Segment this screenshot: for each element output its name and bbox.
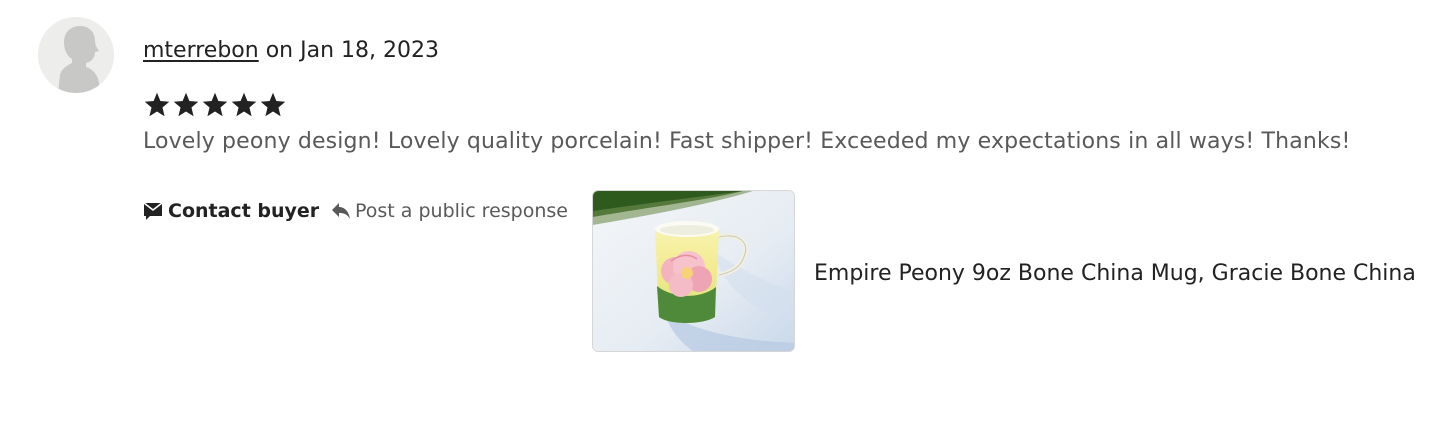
review-header: mterrebon on Jan 18, 2023 (143, 36, 439, 66)
product-image (593, 191, 794, 351)
reviewer-username-link[interactable]: mterrebon (143, 38, 259, 63)
default-user-silhouette-icon (38, 17, 114, 93)
contact-buyer-label: Contact buyer (168, 200, 320, 222)
star-icon (231, 92, 257, 117)
product-title-link[interactable]: Empire Peony 9oz Bone China Mug, Gracie … (814, 259, 1416, 289)
reply-icon (332, 203, 350, 219)
review-date: on Jan 18, 2023 (258, 38, 439, 63)
contact-buyer-button[interactable]: Contact buyer (143, 200, 319, 222)
product-thumbnail[interactable] (592, 190, 795, 352)
review-text: Lovely peony design! Lovely quality porc… (143, 129, 1351, 154)
message-icon (143, 202, 163, 220)
star-icon (260, 92, 286, 117)
star-icon (202, 92, 228, 117)
reviewer-avatar[interactable] (38, 17, 114, 93)
star-rating (143, 91, 287, 121)
post-public-response-button[interactable]: Post a public response (331, 200, 568, 222)
star-icon (144, 92, 170, 117)
star-icon (173, 92, 199, 117)
post-public-response-label: Post a public response (355, 200, 568, 222)
